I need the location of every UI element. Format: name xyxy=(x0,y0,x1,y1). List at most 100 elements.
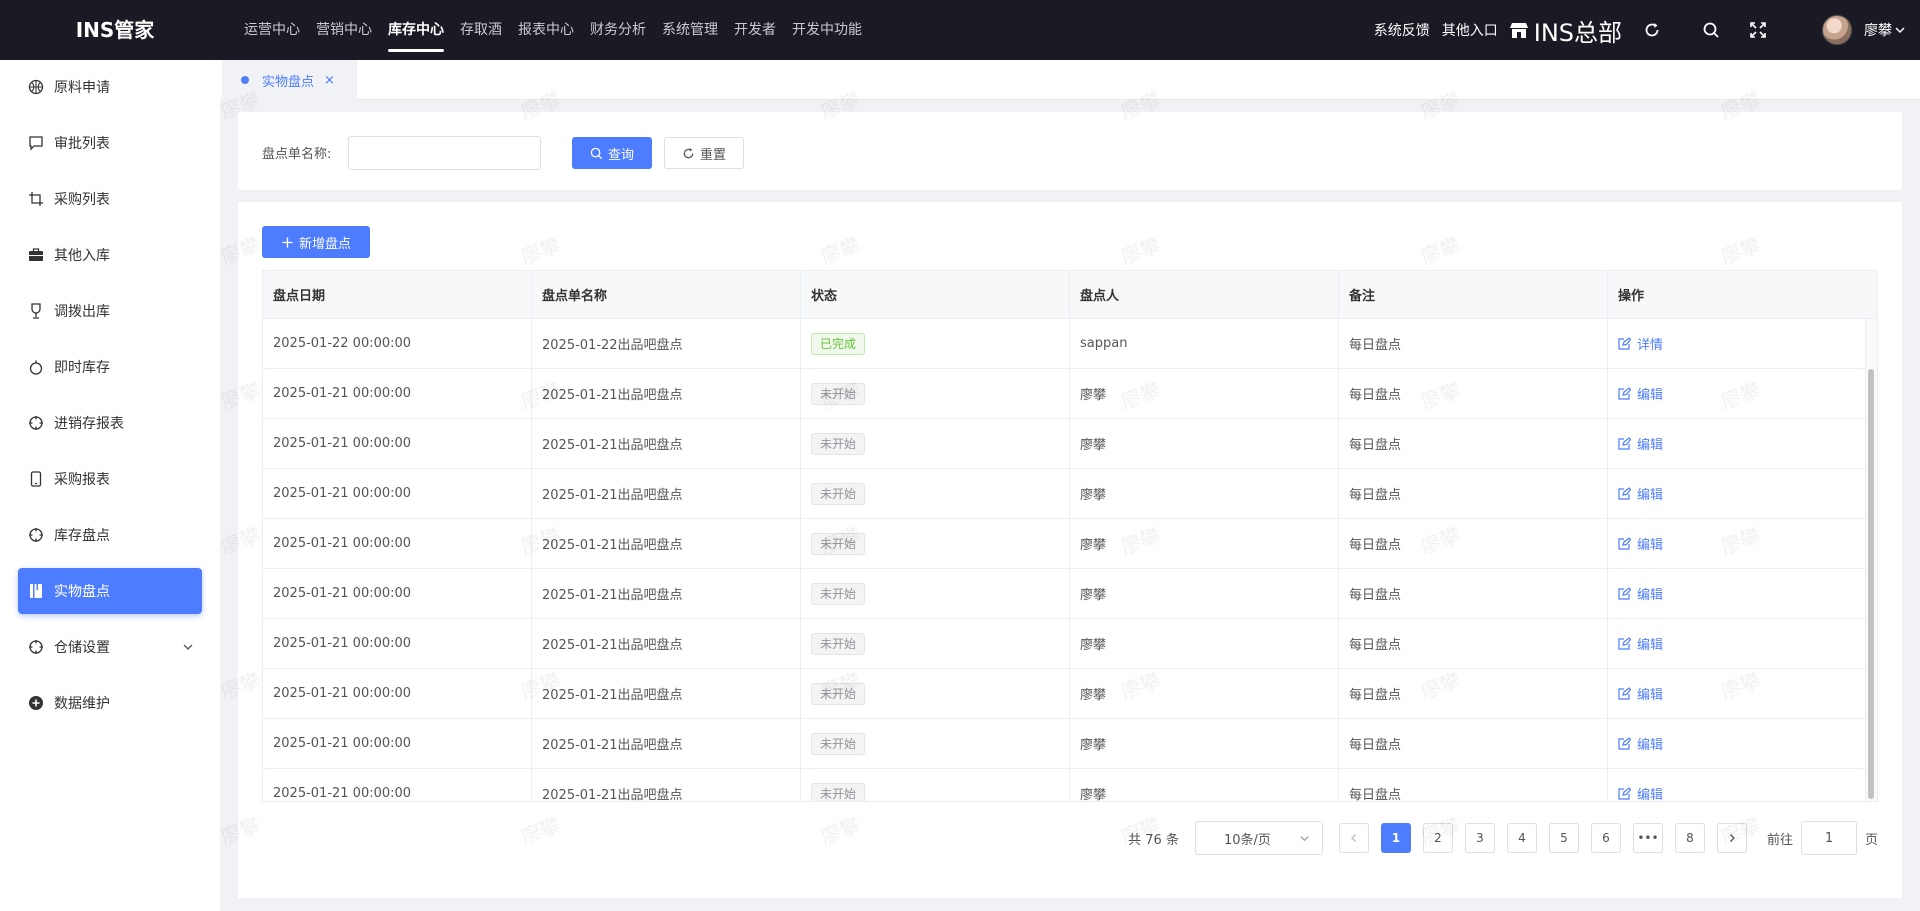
sidebar-item-realtime-stock[interactable]: 即时库存 xyxy=(18,344,202,390)
cell-action: 编辑 xyxy=(1608,519,1868,568)
page-size-select[interactable]: 10条/页 xyxy=(1194,821,1323,855)
edit-icon xyxy=(1618,687,1631,700)
refresh-icon[interactable] xyxy=(1643,21,1661,39)
topnav-item-finance[interactable]: 财务分析 xyxy=(582,0,654,60)
cell-remark: 每日盘点 xyxy=(1339,769,1608,801)
column-header-remark[interactable]: 备注 xyxy=(1339,271,1608,318)
chevron-down-icon[interactable] xyxy=(1894,24,1906,36)
topnav-item-beta[interactable]: 开发中功能 xyxy=(784,0,870,60)
column-header-date[interactable]: 盘点日期 xyxy=(263,271,532,318)
cell-date: 2025-01-21 00:00:00 xyxy=(263,369,532,418)
query-button[interactable]: 查询 xyxy=(572,137,652,169)
scrollbar-thumb[interactable] xyxy=(1868,369,1874,799)
sidebar-item-label: 审批列表 xyxy=(54,136,110,152)
sidebar-item-label: 调拨出库 xyxy=(54,304,110,320)
sidebar-item-other-inbound[interactable]: 其他入库 xyxy=(18,232,202,278)
column-header-status[interactable]: 状态 xyxy=(801,271,1070,318)
status-badge: 未开始 xyxy=(811,582,866,605)
topnav-item-reports[interactable]: 报表中心 xyxy=(510,0,582,60)
edit-icon xyxy=(1618,437,1631,450)
sidebar-item-inventory-report[interactable]: 进销存报表 xyxy=(18,400,202,446)
chevron-down-icon[interactable] xyxy=(182,641,194,653)
edit-button[interactable]: 编辑 xyxy=(1618,784,1663,801)
feedback-link[interactable]: 系统反馈 xyxy=(1374,20,1430,40)
cell-person: 廖攀 xyxy=(1070,469,1339,518)
next-page-button[interactable] xyxy=(1716,823,1747,853)
edit-button[interactable]: 编辑 xyxy=(1618,634,1663,653)
search-icon[interactable] xyxy=(1702,21,1720,39)
reset-label: 重置 xyxy=(699,147,726,163)
prev-page-button[interactable] xyxy=(1338,823,1369,853)
cell-person: 廖攀 xyxy=(1070,669,1339,718)
cell-person: 廖攀 xyxy=(1070,569,1339,618)
sidebar-item-approvals[interactable]: 审批列表 xyxy=(18,120,202,166)
edit-button[interactable]: 编辑 xyxy=(1618,684,1663,703)
page-1[interactable]: 1 xyxy=(1380,823,1411,853)
other-entry-link[interactable]: 其他入口 xyxy=(1442,20,1498,40)
sidebar-item-transfer-out[interactable]: 调拨出库 xyxy=(18,288,202,334)
cell-status: 未开始 xyxy=(801,669,1070,718)
cell-remark: 每日盘点 xyxy=(1339,469,1608,518)
page-2[interactable]: 2 xyxy=(1422,823,1453,853)
goto-page-input[interactable] xyxy=(1800,821,1857,855)
user-name[interactable]: 廖攀 xyxy=(1864,20,1892,40)
detail-button[interactable]: 详情 xyxy=(1618,334,1663,353)
edit-button[interactable]: 编辑 xyxy=(1618,384,1663,403)
edit-button[interactable]: 编辑 xyxy=(1618,584,1663,603)
column-header-person[interactable]: 盘点人 xyxy=(1070,271,1339,318)
close-icon[interactable]: × xyxy=(324,73,335,88)
cell-status: 未开始 xyxy=(801,469,1070,518)
crop-icon xyxy=(29,192,43,206)
sidebar-item-purchase-report[interactable]: 采购报表 xyxy=(18,456,202,502)
sidebar-item-label: 原料申请 xyxy=(54,80,110,96)
edit-button[interactable]: 编辑 xyxy=(1618,734,1663,753)
mobile-icon xyxy=(30,471,42,487)
count-name-input[interactable] xyxy=(348,136,541,170)
cell-remark: 每日盘点 xyxy=(1339,319,1608,368)
sidebar-item-stock-count[interactable]: 库存盘点 xyxy=(18,512,202,558)
table-row: 2025-01-21 00:00:00 2025-01-21出品吧盘点 未开始 廖攀每… xyxy=(263,369,1867,419)
add-count-button[interactable]: 新增盘点 xyxy=(262,226,370,258)
chevron-down-icon xyxy=(1300,836,1309,842)
fullscreen-icon[interactable] xyxy=(1749,21,1767,39)
refresh-icon xyxy=(683,147,694,158)
column-header-name[interactable]: 盘点单名称 xyxy=(532,271,801,318)
table-scrollbar[interactable] xyxy=(1865,319,1877,801)
page-more[interactable]: ••• xyxy=(1632,823,1663,853)
sidebar-item-material-request[interactable]: 原料申请 xyxy=(18,64,202,110)
page-8[interactable]: 8 xyxy=(1674,823,1705,853)
sidebar-item-data-maintenance[interactable]: 数据维护 xyxy=(18,680,202,726)
cell-date: 2025-01-21 00:00:00 xyxy=(263,519,532,568)
page-6[interactable]: 6 xyxy=(1590,823,1621,853)
aim-icon xyxy=(29,416,43,430)
cell-name: 2025-01-21出品吧盘点 xyxy=(532,769,801,801)
tab-physical-count[interactable]: 实物盘点 × xyxy=(222,60,357,100)
app-brand[interactable]: INS管家 xyxy=(0,0,230,60)
topnav-item-marketing[interactable]: 营销中心 xyxy=(308,0,380,60)
topnav-item-wine-storage[interactable]: 存取酒 xyxy=(452,0,510,60)
reset-button[interactable]: 重置 xyxy=(664,137,744,169)
sidebar-item-purchase-list[interactable]: 采购列表 xyxy=(18,176,202,222)
topnav-item-developer[interactable]: 开发者 xyxy=(726,0,784,60)
cell-status: 未开始 xyxy=(801,769,1070,801)
top-bar: INS管家 运营中心 营销中心 库存中心 存取酒 报表中心 财务分析 系统管理 … xyxy=(0,0,1920,60)
user-avatar[interactable] xyxy=(1822,15,1852,45)
edit-button[interactable]: 编辑 xyxy=(1618,434,1663,453)
pagination: 共 76 条 10条/页 1 2 3 4 5 6 ••• 8 前往 页 xyxy=(1128,821,1878,855)
topnav-item-inventory[interactable]: 库存中心 xyxy=(380,0,452,60)
status-badge: 未开始 xyxy=(811,782,866,801)
cell-name: 2025-01-21出品吧盘点 xyxy=(532,619,801,668)
store-switcher[interactable]: INS总部 xyxy=(1509,13,1622,48)
topnav-item-operations[interactable]: 运营中心 xyxy=(236,0,308,60)
sidebar-item-physical-count[interactable]: 实物盘点 xyxy=(18,568,202,614)
sidebar-item-warehouse-settings[interactable]: 仓储设置 xyxy=(18,624,202,670)
edit-button[interactable]: 编辑 xyxy=(1618,534,1663,553)
edit-icon xyxy=(1618,637,1631,650)
topnav-item-system[interactable]: 系统管理 xyxy=(654,0,726,60)
page-4[interactable]: 4 xyxy=(1506,823,1537,853)
edit-button[interactable]: 编辑 xyxy=(1618,484,1663,503)
goto-label: 前往 xyxy=(1766,832,1793,848)
message-icon xyxy=(29,136,43,151)
page-3[interactable]: 3 xyxy=(1464,823,1495,853)
page-5[interactable]: 5 xyxy=(1548,823,1579,853)
